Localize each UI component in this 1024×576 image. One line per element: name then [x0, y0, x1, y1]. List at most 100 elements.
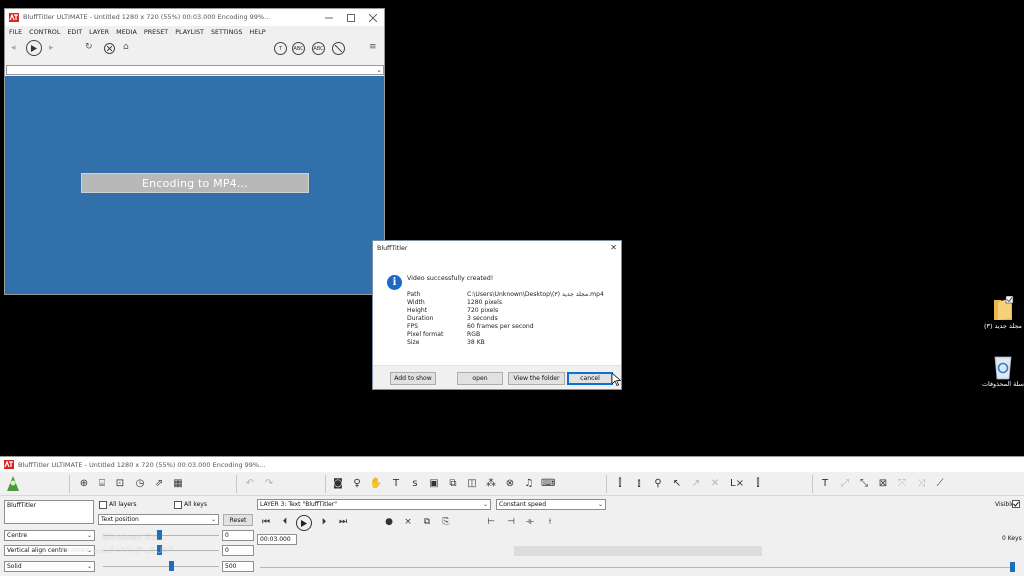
main-titlebar[interactable]: BluffTitler ULTIMATE - Untitled 1280 x 7… — [5, 9, 384, 26]
menu-file[interactable]: FILE — [9, 28, 22, 36]
wand-icon[interactable]: ⤨ — [914, 477, 928, 491]
cancel-button[interactable]: cancel — [567, 372, 613, 385]
speed-select[interactable]: Constant speed ⌄ — [496, 499, 606, 510]
timeline-thumb[interactable] — [1010, 562, 1015, 572]
preset-dropdown[interactable]: ⌄ — [6, 65, 384, 75]
value-x-field[interactable]: 0 — [222, 530, 254, 541]
fill-select[interactable]: Solid ⌄ — [4, 561, 95, 572]
code-icon[interactable]: ⌨ — [541, 477, 555, 491]
paste-icon[interactable]: ⎘ — [440, 517, 452, 527]
menu-control[interactable]: CONTROL — [29, 28, 60, 36]
open-button[interactable]: open — [457, 372, 503, 385]
subtitle-icon[interactable]: s — [408, 477, 422, 491]
slider-z-track[interactable] — [103, 566, 219, 567]
menu-media[interactable]: MEDIA — [116, 28, 137, 36]
shrink-icon[interactable]: ⤡ — [857, 477, 871, 491]
menu-help[interactable]: HELP — [249, 28, 265, 36]
dialog-titlebar[interactable]: BluffTitler ✕ — [373, 241, 621, 255]
value-z-field[interactable]: 500 — [222, 561, 254, 572]
expand-icon[interactable]: ⤢ — [838, 477, 852, 491]
control-titlebar[interactable]: BluffTitler ULTIMATE - Untitled 1280 x 7… — [0, 457, 1024, 472]
view-folder-button[interactable]: View the folder — [508, 372, 565, 385]
layer-name-field[interactable]: BluffTitler — [4, 500, 94, 524]
move-icon[interactable]: ↗ — [689, 477, 703, 491]
particles-icon[interactable]: ⁂ — [484, 477, 498, 491]
timeline-range[interactable] — [514, 546, 762, 556]
hamburger-menu-icon[interactable]: ≡ — [369, 42, 377, 52]
lx-icon[interactable]: L× — [730, 477, 744, 491]
key-prev-icon[interactable]: ⊣ — [505, 517, 517, 527]
maximize-button[interactable] — [340, 9, 362, 26]
export-icon[interactable]: ⇗ — [152, 477, 166, 491]
time-field[interactable]: 00:03.000 — [257, 534, 297, 545]
visible-checkbox[interactable] — [1012, 500, 1020, 508]
add-layer-icon[interactable]: ⊕ — [77, 477, 91, 491]
light-bulb-icon[interactable]: ♀ — [350, 477, 364, 491]
stop-icon[interactable] — [104, 43, 115, 54]
no-effect-button[interactable] — [332, 42, 345, 55]
pointer-icon[interactable]: ↖ — [670, 477, 684, 491]
play-button[interactable] — [296, 515, 312, 531]
text-transform-icon[interactable]: T — [818, 477, 832, 491]
key-range-icon[interactable]: ⟛ — [524, 517, 536, 527]
align-icon[interactable]: ⫾ — [632, 477, 646, 491]
menu-settings[interactable]: SETTINGS — [211, 28, 242, 36]
resize-icon[interactable]: ⊡ — [113, 477, 127, 491]
menu-playlist[interactable]: PLAYLIST — [175, 28, 204, 36]
undo-icon[interactable]: ↶ — [243, 477, 257, 491]
timeline-track[interactable] — [260, 567, 1012, 568]
layer-select[interactable]: LAYER 3: Text "BluffTitler" ⌄ — [257, 499, 491, 510]
align-select[interactable]: Centre ⌄ — [4, 530, 95, 541]
all-keys-checkbox[interactable] — [174, 501, 182, 509]
key-split-icon[interactable]: ⟊ — [544, 517, 556, 527]
pin-icon[interactable]: ⚲ — [651, 477, 665, 491]
image-icon[interactable]: ▣ — [427, 477, 441, 491]
minimize-button[interactable] — [318, 9, 340, 26]
link-icon[interactable]: ⊗ — [503, 477, 517, 491]
desktop-folder[interactable]: (٣) مجلد جديد — [981, 296, 1024, 330]
close-button[interactable] — [362, 9, 384, 26]
menu-layer[interactable]: LAYER — [89, 28, 109, 36]
key-first-icon[interactable]: ⊢ — [485, 517, 497, 527]
film-icon[interactable]: ▦ — [171, 477, 185, 491]
skip-to-end-icon[interactable]: ⏭ — [337, 517, 349, 527]
property-select[interactable]: Text position ⌄ — [98, 514, 219, 525]
value-y-field[interactable]: 0 — [222, 545, 254, 556]
skip-to-start-icon[interactable]: ⏮ — [260, 517, 272, 527]
record-key-icon[interactable]: ● — [383, 517, 395, 527]
previous-frame-icon[interactable]: ⏴ — [279, 517, 291, 527]
text-layer-icon[interactable]: T — [389, 477, 403, 491]
all-layers-checkbox[interactable] — [99, 501, 107, 509]
rewind-icon[interactable]: ◂ — [11, 43, 16, 53]
camera-icon[interactable]: ◙ — [331, 477, 345, 491]
audio-icon[interactable]: ♫ — [522, 477, 536, 491]
cross-icon[interactable]: ✕ — [708, 477, 722, 491]
cube-icon[interactable]: ◫ — [465, 477, 479, 491]
slider-z-thumb[interactable] — [169, 561, 174, 571]
align-left-icon[interactable]: ⫿ — [613, 477, 627, 491]
forward-icon[interactable]: ▸ — [49, 43, 54, 53]
text-abc-button[interactable]: ABC — [292, 42, 305, 55]
text-abc-alt-button[interactable]: ABC — [312, 42, 325, 55]
paint-icon[interactable]: ✋ — [369, 477, 383, 491]
delete-key-icon[interactable]: × — [402, 517, 414, 527]
align-right-icon[interactable]: ⫿ — [751, 477, 765, 491]
next-frame-icon[interactable]: ⏵ — [318, 517, 330, 527]
home-icon[interactable]: ⌂ — [123, 42, 129, 52]
copy-icon[interactable]: ⧉ — [421, 517, 433, 527]
text-t-button[interactable]: T — [274, 42, 287, 55]
mask-icon[interactable]: ⧉ — [446, 477, 460, 491]
refresh-icon[interactable]: ↻ — [85, 42, 93, 52]
brush-icon[interactable]: ⟋ — [933, 477, 947, 491]
preview-canvas[interactable]: Encoding to MP4... — [5, 76, 384, 294]
menu-edit[interactable]: EDIT — [67, 28, 82, 36]
blufftitler-mascot-icon[interactable] — [5, 475, 21, 493]
reset-button[interactable]: Reset — [223, 514, 253, 526]
add-to-show-button[interactable]: Add to show — [390, 372, 436, 385]
dialog-close-icon[interactable]: ✕ — [610, 243, 617, 252]
play-button[interactable] — [26, 40, 42, 56]
fit-icon[interactable]: ⊠ — [876, 477, 890, 491]
menu-preset[interactable]: PRESET — [144, 28, 168, 36]
desktop-recycle-bin[interactable]: سلة المحذوفات — [981, 354, 1024, 388]
clock-icon[interactable]: ◷ — [133, 477, 147, 491]
